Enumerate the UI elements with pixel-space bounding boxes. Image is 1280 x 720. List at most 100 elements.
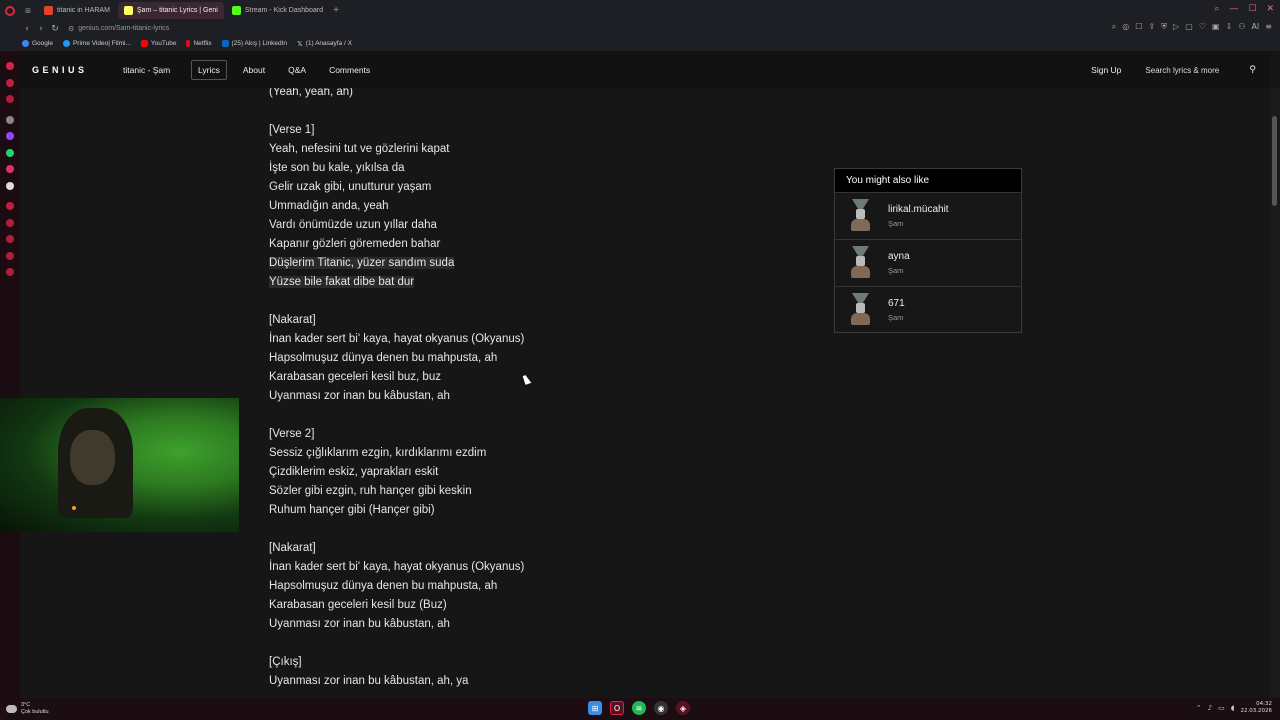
wallet-icon[interactable]: ▣ <box>1212 22 1220 32</box>
snapshot-icon[interactable]: ▢ <box>1185 22 1193 32</box>
url-text: genius.com/Sam-titanic-lyrics <box>78 25 170 32</box>
shield-icon[interactable]: ⛨ <box>1161 22 1167 32</box>
zoom-icon[interactable]: ⌕ <box>1112 22 1116 32</box>
toolbar-icons: ⌕ ◎ ☐ ⇪ ⛨ ▷ ▢ ♡ ▣ ⇩ ⚇ AI ≡ <box>1112 22 1272 32</box>
heart-icon[interactable]: ♡ <box>1199 22 1206 32</box>
aria-icon[interactable] <box>6 62 14 70</box>
x-sidebar-icon[interactable] <box>6 181 14 190</box>
downloads-icon[interactable] <box>6 251 14 260</box>
download-icon[interactable]: ⇩ <box>1226 22 1233 32</box>
tab-favicon-icon <box>231 6 241 15</box>
lyric-line: Gelir uzak gibi, unutturur yaşam <box>269 178 669 197</box>
genius-logo[interactable]: GENIUS <box>32 65 112 75</box>
bookmark-netflix[interactable]: Netflix <box>186 40 212 47</box>
lyric-line: Karabasan geceleri kesil buz, buz <box>269 368 669 387</box>
obs-icon[interactable]: ◉ <box>654 701 668 715</box>
cloud-icon <box>6 705 17 713</box>
lyric-text: Düşlerim Titanic, yüzer sandım suda <box>269 257 455 270</box>
bookmark-icon[interactable]: ☐ <box>1135 22 1142 32</box>
recommendation-item[interactable]: ayna Şam <box>835 239 1021 286</box>
bookmark-prime-video[interactable]: Prime Video| Filmi... <box>62 40 131 47</box>
lyric-text: Karabasan geceleri kesil buz, buz <box>269 371 441 384</box>
lyric-text: Gelir uzak gibi, unutturur yaşam <box>269 180 432 193</box>
share-icon[interactable]: ⇪ <box>1148 22 1155 32</box>
page-scrollbar[interactable] <box>1270 88 1280 698</box>
tab-lyrics[interactable]: Lyrics <box>191 60 227 80</box>
new-tab-button[interactable]: + <box>329 5 343 16</box>
app-icon[interactable]: ◈ <box>676 701 690 715</box>
maximize-icon[interactable]: ☐ <box>1248 4 1256 14</box>
bookmark-youtube[interactable]: YouTube <box>140 40 176 47</box>
album-cover <box>849 293 872 327</box>
youtube-icon <box>140 40 148 47</box>
lyric-text: Uyanması zor inan bu kâbustan, ah, ya <box>269 674 469 687</box>
weather-text: Çok bulutlu <box>21 709 49 715</box>
tab-label: Şam – titanic Lyrics | Geni <box>136 7 218 14</box>
search-tabs-icon[interactable]: ⌕ <box>1214 4 1219 14</box>
netflix-icon <box>186 40 191 47</box>
search-icon[interactable]: ⚲ <box>1249 65 1256 75</box>
address-bar-row: ‹ › ↻ ⚙ genius.com/Sam-titanic-lyrics <box>0 21 1280 36</box>
lyric-text: İnan kader sert bi' kaya, hayat okyanus … <box>269 333 525 346</box>
lyric-text: Hapsolmuşuz dünya denen bu mahpusta, ah <box>269 352 498 365</box>
recommendation-item[interactable]: lirikal.mücahit Şam <box>835 192 1021 239</box>
bookmark-google[interactable]: Google <box>22 40 53 47</box>
recommendation-item[interactable]: 671 Şam <box>835 286 1021 333</box>
url-field[interactable]: ⚙ genius.com/Sam-titanic-lyrics <box>68 25 169 33</box>
weather-widget[interactable]: 3°C Çok bulutlu <box>6 702 49 716</box>
tab-comments[interactable]: Comments <box>322 60 377 80</box>
twitch-icon[interactable] <box>6 132 14 140</box>
reload-icon[interactable]: ↻ <box>48 24 62 34</box>
tab-0[interactable]: titanic in HARAM <box>38 2 116 19</box>
volume-icon[interactable]: ◖ <box>1231 704 1235 712</box>
player-icon[interactable] <box>6 202 14 210</box>
back-icon[interactable]: ‹ <box>20 24 34 34</box>
lyric-text: [Nakarat] <box>269 541 316 554</box>
spotify-icon[interactable]: ≋ <box>632 701 646 715</box>
profile-icon[interactable]: ⚇ <box>1238 22 1245 32</box>
lyric-text: Çizdiklerim eskiz, yaprakları eskit <box>269 466 439 479</box>
bookmark-label: (1) Anasayfa / X <box>305 40 352 47</box>
menu-icon[interactable]: ≡ <box>1265 22 1272 32</box>
tabs-icon[interactable] <box>6 95 14 103</box>
opera-menu-icon[interactable] <box>0 0 20 21</box>
scrollbar-thumb[interactable] <box>1272 116 1277 206</box>
recommendation-title: ayna <box>888 251 910 262</box>
extensions-icon[interactable] <box>6 218 14 227</box>
gx-icon[interactable] <box>6 78 14 87</box>
whatsapp-icon[interactable] <box>6 148 14 157</box>
tab-about[interactable]: About <box>236 60 272 80</box>
tab-qa[interactable]: Q&A <box>281 60 313 80</box>
network-icon[interactable]: ▭ <box>1218 704 1225 712</box>
history-icon[interactable] <box>6 235 14 243</box>
settings-icon[interactable] <box>6 268 14 276</box>
album-cover <box>849 199 872 233</box>
clock[interactable]: 04:32 22.03.2026 <box>1241 701 1273 715</box>
tray-expand-icon[interactable]: ⌃ <box>1196 704 1202 712</box>
play-icon[interactable]: ▷ <box>1173 22 1179 32</box>
site-info-icon[interactable]: ⚙ <box>68 25 74 33</box>
windows-start-icon[interactable]: ⊞ <box>588 701 602 715</box>
bookmark-x[interactable]: 𝕏 (1) Anasayfa / X <box>297 40 352 48</box>
tab-1[interactable]: Şam – titanic Lyrics | Geni <box>117 2 224 19</box>
forward-icon[interactable]: › <box>34 24 48 34</box>
chatgpt-icon[interactable] <box>6 115 14 124</box>
opera-gx-icon[interactable]: O <box>610 701 624 715</box>
instagram-icon[interactable] <box>6 165 14 173</box>
lyric-line: (Yeah, yeah, ah) <box>269 88 669 102</box>
search-input[interactable]: Search lyrics & more <box>1145 66 1245 75</box>
bookmark-linkedin[interactable]: (25) Akış | LinkedIn <box>221 40 287 47</box>
album-cover <box>849 246 872 280</box>
tab-2[interactable]: Stream - Kick Dashboard <box>226 2 329 19</box>
lyric-line-annotated[interactable]: Yüzse bile fakat dibe bat dur <box>269 273 669 292</box>
workspaces-icon[interactable]: ⊞ <box>20 0 36 21</box>
sign-up-button[interactable]: Sign Up <box>1091 65 1121 75</box>
camera-icon[interactable]: ◎ <box>1122 22 1129 32</box>
ai-button[interactable]: AI <box>1251 22 1259 32</box>
minimize-icon[interactable]: — <box>1229 4 1238 14</box>
microphone-icon[interactable]: ♪ <box>1208 704 1212 712</box>
lyric-line-annotated[interactable]: Düşlerim Titanic, yüzer sandım suda <box>269 254 669 273</box>
song-title-link[interactable]: titanic - Şam <box>123 65 191 75</box>
close-icon[interactable]: ✕ <box>1266 4 1274 14</box>
lyric-line: Uyanması zor inan bu kâbustan, ah, ya <box>269 672 669 691</box>
